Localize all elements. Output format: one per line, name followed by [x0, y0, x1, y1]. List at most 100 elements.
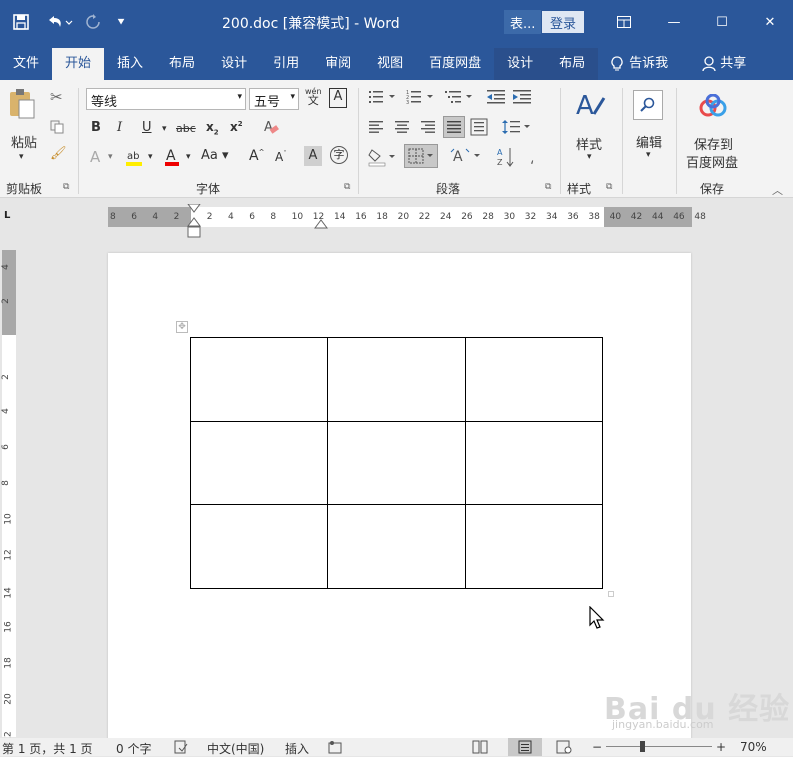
- styles-icon[interactable]: A: [574, 90, 606, 123]
- tab-table-design[interactable]: 设计: [494, 48, 547, 80]
- table-move-handle-icon[interactable]: ✥: [176, 321, 188, 333]
- baidu-netdisk-icon[interactable]: [698, 93, 728, 121]
- format-painter-icon[interactable]: 🖌: [50, 146, 67, 161]
- proofing-icon[interactable]: [174, 740, 188, 757]
- chevron-down-icon[interactable]: ▾: [587, 152, 592, 162]
- copy-icon[interactable]: [50, 120, 64, 137]
- bold-icon[interactable]: B: [91, 120, 101, 135]
- clipboard-launcher-icon[interactable]: ⧉: [63, 182, 69, 192]
- chevron-down-icon[interactable]: ▾: [108, 152, 113, 162]
- table-resize-handle[interactable]: [608, 591, 614, 597]
- tab-layout[interactable]: 布局: [156, 48, 208, 80]
- italic-icon[interactable]: I: [117, 120, 122, 135]
- word-count[interactable]: 0 个字: [116, 740, 151, 757]
- macro-record-icon[interactable]: [328, 740, 342, 757]
- share-button[interactable]: 共享: [689, 48, 759, 80]
- paste-button[interactable]: [8, 88, 36, 123]
- print-layout-icon[interactable]: [508, 738, 542, 756]
- tab-file[interactable]: 文件: [0, 48, 52, 80]
- shading-icon[interactable]: [368, 146, 396, 171]
- minimize-button[interactable]: —: [662, 10, 686, 34]
- tell-me-box[interactable]: 告诉我: [598, 48, 681, 80]
- table-cell[interactable]: [327, 504, 466, 589]
- tab-selector-icon[interactable]: L: [4, 210, 14, 222]
- align-right-icon[interactable]: [420, 120, 436, 137]
- text-effects-icon[interactable]: A: [90, 148, 100, 166]
- document-table[interactable]: [189, 337, 604, 589]
- show-paragraph-marks-icon[interactable]: ⸲: [530, 148, 534, 167]
- decrease-indent-icon[interactable]: [486, 89, 506, 108]
- redo-icon[interactable]: [82, 10, 104, 34]
- sort-icon[interactable]: AZ: [497, 146, 517, 171]
- font-color-icon[interactable]: A: [164, 146, 180, 171]
- font-name-combobox[interactable]: 等线 ▾: [86, 88, 246, 110]
- justify-icon[interactable]: [443, 116, 465, 138]
- paragraph-launcher-icon[interactable]: ⧉: [545, 182, 551, 192]
- cut-icon[interactable]: ✂: [50, 88, 63, 106]
- language-indicator[interactable]: 中文(中国): [207, 740, 264, 757]
- document-page[interactable]: ✥: [108, 253, 691, 743]
- tab-view[interactable]: 视图: [364, 48, 416, 80]
- table-cell[interactable]: [189, 337, 329, 422]
- tab-home[interactable]: 开始: [52, 48, 105, 80]
- table-cell[interactable]: [464, 337, 604, 422]
- borders-icon[interactable]: [404, 144, 438, 168]
- change-case-button[interactable]: Aa ▾: [201, 148, 229, 163]
- table-tools-context-tab[interactable]: 表...: [504, 10, 542, 34]
- paste-dropdown-icon[interactable]: ▾: [19, 152, 24, 162]
- font-launcher-icon[interactable]: ⧉: [344, 182, 350, 192]
- chinese-layout-icon[interactable]: A: [450, 146, 482, 169]
- chevron-down-icon[interactable]: ▾: [148, 152, 153, 162]
- indent-marker-icon[interactable]: [186, 204, 202, 240]
- underline-icon[interactable]: U: [142, 120, 152, 135]
- increase-indent-icon[interactable]: [512, 89, 532, 108]
- highlight-icon[interactable]: ab: [124, 146, 144, 171]
- bullets-icon[interactable]: [368, 89, 396, 108]
- save-icon[interactable]: [10, 10, 32, 34]
- customize-quick-access-icon[interactable]: ⯆: [112, 10, 130, 34]
- table-cell[interactable]: [189, 504, 329, 589]
- tab-references[interactable]: 引用: [260, 48, 312, 80]
- ribbon-display-icon[interactable]: [612, 10, 636, 34]
- character-border-icon[interactable]: A: [329, 88, 347, 108]
- line-spacing-icon[interactable]: [502, 118, 532, 139]
- shrink-font-icon[interactable]: Aˇ: [275, 150, 287, 164]
- table-cell[interactable]: [327, 337, 466, 422]
- strikethrough-icon[interactable]: abc: [176, 122, 196, 135]
- maximize-button[interactable]: ☐: [710, 10, 734, 34]
- zoom-slider-thumb[interactable]: [640, 741, 645, 752]
- font-size-combobox[interactable]: 五号 ▾: [249, 88, 299, 110]
- enclose-characters-icon[interactable]: 字: [330, 146, 348, 164]
- zoom-out-button[interactable]: −: [592, 740, 602, 754]
- superscript-icon[interactable]: x2: [230, 120, 243, 134]
- page-count[interactable]: 第 1 页，共 1 页: [2, 740, 93, 757]
- table-cell[interactable]: [327, 420, 466, 506]
- login-button[interactable]: 登录: [542, 11, 585, 33]
- zoom-slider[interactable]: [606, 746, 712, 747]
- numbering-icon[interactable]: 123: [406, 89, 434, 108]
- tab-insert[interactable]: 插入: [104, 48, 156, 80]
- tab-review[interactable]: 审阅: [312, 48, 364, 80]
- undo-icon[interactable]: [42, 10, 76, 34]
- table-cell[interactable]: [464, 504, 604, 589]
- table-cell[interactable]: [464, 420, 604, 506]
- read-mode-icon[interactable]: [472, 740, 488, 757]
- collapse-ribbon-icon[interactable]: ︿: [772, 182, 783, 198]
- right-indent-marker-icon[interactable]: [314, 214, 328, 230]
- clear-formatting-icon[interactable]: A: [262, 118, 280, 139]
- chevron-down-icon[interactable]: ▾: [162, 124, 167, 134]
- table-cell[interactable]: [189, 420, 329, 506]
- tab-baidu-netdisk[interactable]: 百度网盘: [416, 48, 494, 80]
- web-layout-icon[interactable]: [556, 740, 572, 757]
- character-shading-icon[interactable]: A: [304, 146, 322, 166]
- insert-mode-indicator[interactable]: 插入: [285, 740, 309, 757]
- subscript-icon[interactable]: x2: [206, 120, 219, 136]
- zoom-level[interactable]: 70%: [740, 740, 767, 754]
- tab-table-layout[interactable]: 布局: [546, 48, 599, 80]
- distributed-icon[interactable]: [470, 118, 488, 139]
- grow-font-icon[interactable]: A^: [249, 148, 264, 164]
- align-left-icon[interactable]: [368, 120, 384, 137]
- align-center-icon[interactable]: [394, 120, 410, 137]
- phonetic-guide-button[interactable]: wén 文: [305, 87, 322, 106]
- find-icon[interactable]: [633, 90, 663, 120]
